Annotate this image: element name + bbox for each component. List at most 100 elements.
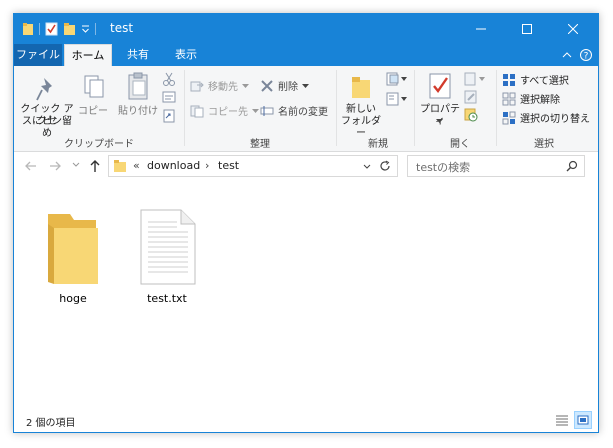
collapse-ribbon-icon[interactable] — [562, 50, 572, 60]
refresh-icon[interactable] — [379, 160, 391, 172]
open-icon[interactable] — [464, 72, 486, 86]
qat-separator — [95, 23, 96, 35]
tab-share[interactable]: 共有 — [118, 44, 158, 66]
new-folder-button[interactable]: 新しい フォルダー — [338, 68, 384, 139]
delete-button[interactable]: 削除 — [260, 78, 309, 93]
chevron-down-icon — [436, 119, 443, 123]
new-folder-icon — [352, 77, 370, 98]
chevron-down-icon — [252, 108, 259, 113]
file-list[interactable]: hoge test.txt — [14, 180, 598, 408]
qat-separator — [39, 23, 40, 35]
item-name: hoge — [59, 292, 87, 305]
group-separator — [184, 70, 185, 146]
minimize-button[interactable] — [458, 14, 504, 44]
breadcrumb-test[interactable]: test — [218, 159, 239, 172]
new-group-label: 新規 — [368, 139, 388, 150]
paste-label: 貼り付け — [118, 106, 158, 117]
search-box[interactable]: testの検索 — [407, 155, 585, 177]
item-count: 2 個の項目 — [26, 418, 76, 429]
forward-arrow-icon[interactable] — [48, 159, 62, 173]
delete-x-icon — [261, 79, 273, 92]
up-arrow-icon[interactable] — [88, 159, 102, 173]
maximize-button[interactable] — [504, 14, 550, 44]
move-to-label: 移動先 — [208, 82, 238, 93]
breadcrumb-download[interactable]: download — [147, 159, 200, 172]
invert-selection-label: 選択の切り替え — [520, 114, 590, 125]
tab-view[interactable]: 表示 — [166, 44, 206, 66]
breadcrumb-separator[interactable]: › — [205, 159, 209, 172]
folder-icon — [48, 214, 98, 284]
text-file-icon — [140, 209, 196, 285]
properties-check-icon[interactable] — [45, 22, 58, 36]
status-bar: 2 個の項目 — [14, 408, 598, 432]
maximize-icon — [522, 24, 532, 34]
tab-home[interactable]: ホーム — [64, 44, 112, 66]
new-item-icon[interactable] — [386, 72, 408, 86]
copy-to-label: コピー先 — [208, 107, 248, 118]
paste-button[interactable]: 貼り付け — [114, 68, 162, 134]
edit-icon[interactable] — [464, 90, 478, 104]
chevron-down-icon — [302, 83, 309, 88]
invert-selection-icon — [502, 111, 516, 124]
explorer-window: test ファイル ホーム 共有 表示 ? クイック アクセ スにピン留め コピ… — [13, 13, 599, 433]
group-separator — [414, 70, 415, 146]
close-button[interactable] — [550, 14, 596, 44]
pin-icon — [36, 78, 52, 101]
cut-icon[interactable] — [162, 72, 176, 86]
breadcrumb-overflow[interactable]: « — [133, 159, 140, 172]
history-icon[interactable] — [464, 108, 478, 122]
paste-icon — [128, 72, 148, 100]
ribbon-home: クイック アクセ スにピン留め コピー 貼り付け クリップボード 移動先 コピー… — [14, 66, 598, 152]
copy-label: コピー — [78, 106, 108, 117]
new-folder-label-line1: 新しい — [346, 104, 376, 115]
properties-icon — [429, 73, 451, 99]
navigation-bar: « download › test testの検索 — [14, 152, 598, 180]
group-separator — [496, 70, 497, 146]
chevron-down-icon[interactable] — [363, 164, 371, 170]
copy-to-button[interactable]: コピー先 — [190, 103, 259, 118]
move-to-button[interactable]: 移動先 — [190, 78, 249, 93]
invert-selection-button[interactable]: 選択の切り替え — [502, 110, 590, 125]
select-none-label: 選択解除 — [520, 95, 560, 106]
svg-text:?: ? — [584, 52, 589, 62]
open-group-label: 開く — [450, 139, 470, 150]
select-all-button[interactable]: すべて選択 — [502, 72, 569, 87]
item-name: test.txt — [147, 292, 187, 305]
details-view-icon[interactable] — [554, 413, 570, 427]
copy-path-icon[interactable] — [162, 91, 176, 103]
window-title: test — [110, 21, 134, 35]
quick-access-toolbar — [22, 22, 96, 36]
properties-button[interactable]: プロパティ — [416, 68, 464, 134]
chevron-down-icon[interactable] — [72, 162, 80, 168]
tab-file[interactable]: ファイル — [14, 44, 62, 66]
chevron-down-icon[interactable] — [81, 22, 90, 36]
rename-label: 名前の変更 — [278, 107, 328, 118]
select-none-icon — [502, 92, 516, 105]
close-icon — [568, 24, 578, 34]
address-bar[interactable]: « download › test — [108, 155, 398, 177]
organize-group-label: 整理 — [250, 139, 270, 150]
back-arrow-icon[interactable] — [24, 159, 38, 173]
large-icons-view-icon — [577, 415, 589, 425]
copy-icon — [84, 75, 104, 98]
easy-access-icon[interactable] — [386, 92, 408, 106]
title-bar: test — [14, 14, 598, 44]
copy-to-icon — [190, 105, 204, 117]
copy-button[interactable]: コピー — [78, 68, 108, 134]
select-all-icon — [503, 73, 515, 86]
select-group-label: 選択 — [534, 139, 554, 150]
delete-label: 削除 — [278, 82, 298, 93]
properties-label: プロパティ — [420, 104, 460, 127]
select-none-button[interactable]: 選択解除 — [502, 91, 560, 106]
large-icons-view-button[interactable] — [574, 411, 592, 429]
minimize-icon — [476, 28, 486, 30]
rename-button[interactable]: 名前の変更 — [260, 103, 328, 118]
help-icon[interactable]: ? — [580, 48, 592, 62]
new-folder-qat-icon[interactable] — [63, 22, 76, 36]
ribbon-tabs: ファイル ホーム 共有 表示 ? — [14, 44, 598, 66]
folder-icon — [23, 23, 33, 35]
paste-shortcut-icon[interactable] — [162, 109, 176, 123]
pin-to-quick-access-button[interactable]: クイック アクセ スにピン留め — [18, 68, 76, 139]
search-icon[interactable] — [566, 160, 578, 172]
select-all-label: すべて選択 — [520, 76, 569, 87]
